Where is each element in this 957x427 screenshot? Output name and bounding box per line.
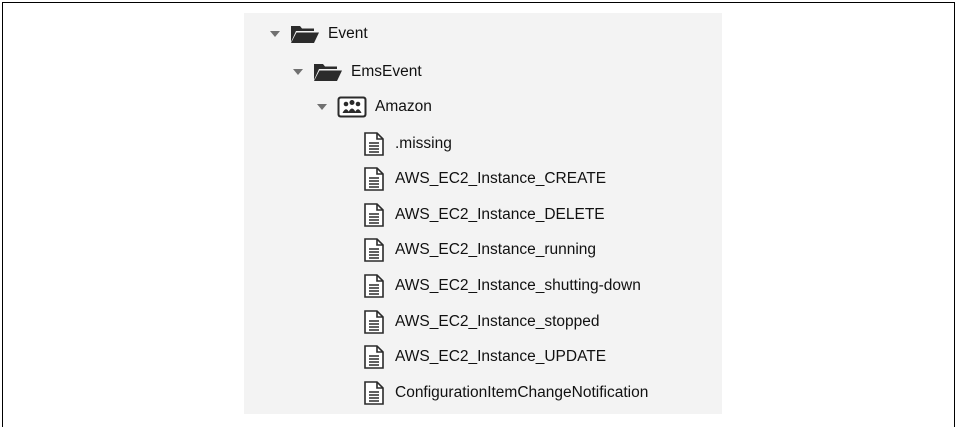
document-icon xyxy=(363,381,385,405)
expand-caret-icon[interactable] xyxy=(293,69,303,75)
folder-open-icon xyxy=(313,62,343,82)
tree-leaf-label: AWS_EC2_Instance_stopped xyxy=(395,313,600,330)
tree-leaf-aws-ec2-instance-update[interactable]: AWS_EC2_Instance_UPDATE xyxy=(363,342,606,372)
tree-node-label: Amazon xyxy=(375,98,432,115)
tree-leaf-label: AWS_EC2_Instance_UPDATE xyxy=(395,348,607,365)
namespace-people-icon xyxy=(337,96,367,118)
tree-node-label: Event xyxy=(328,25,368,42)
expand-caret-icon[interactable] xyxy=(270,31,280,37)
document-icon xyxy=(363,274,385,298)
tree-leaf-aws-ec2-instance-shutting-down[interactable]: AWS_EC2_Instance_shutting-down xyxy=(363,271,641,301)
tree-leaf-aws-ec2-instance-delete[interactable]: AWS_EC2_Instance_DELETE xyxy=(363,200,605,230)
tree-leaf-label: AWS_EC2_Instance_shutting-down xyxy=(395,277,641,294)
tree-leaf-label: AWS_EC2_Instance_CREATE xyxy=(395,170,607,187)
tree-leaf-label: ConfigurationItemChangeNotification xyxy=(395,384,649,401)
tree-panel: Event EmsEvent Amazon .missing AWS_EC2_I… xyxy=(244,13,722,414)
tree-leaf-configurationitemchangenotification[interactable]: ConfigurationItemChangeNotification xyxy=(363,378,648,408)
tree-leaf-missing[interactable]: .missing xyxy=(363,129,452,159)
document-icon xyxy=(363,132,385,156)
tree-node-label: EmsEvent xyxy=(351,63,422,80)
tree-leaf-aws-ec2-instance-create[interactable]: AWS_EC2_Instance_CREATE xyxy=(363,164,606,194)
tree-leaf-aws-ec2-instance-stopped[interactable]: AWS_EC2_Instance_stopped xyxy=(363,307,600,337)
expand-caret-icon[interactable] xyxy=(317,104,327,110)
tree-leaf-label: .missing xyxy=(395,135,452,152)
tree-leaf-label: AWS_EC2_Instance_running xyxy=(395,241,597,258)
document-icon xyxy=(363,310,385,334)
document-icon xyxy=(363,238,385,262)
tree-leaf-aws-ec2-instance-running[interactable]: AWS_EC2_Instance_running xyxy=(363,235,596,265)
tree-leaf-label: AWS_EC2_Instance_DELETE xyxy=(395,206,605,223)
tree-node-event[interactable]: Event xyxy=(270,19,368,49)
document-icon xyxy=(363,203,385,227)
folder-open-icon xyxy=(290,24,320,44)
document-icon xyxy=(363,167,385,191)
tree-node-emsevent[interactable]: EmsEvent xyxy=(293,57,422,87)
document-icon xyxy=(363,345,385,369)
tree-node-amazon[interactable]: Amazon xyxy=(317,92,432,122)
